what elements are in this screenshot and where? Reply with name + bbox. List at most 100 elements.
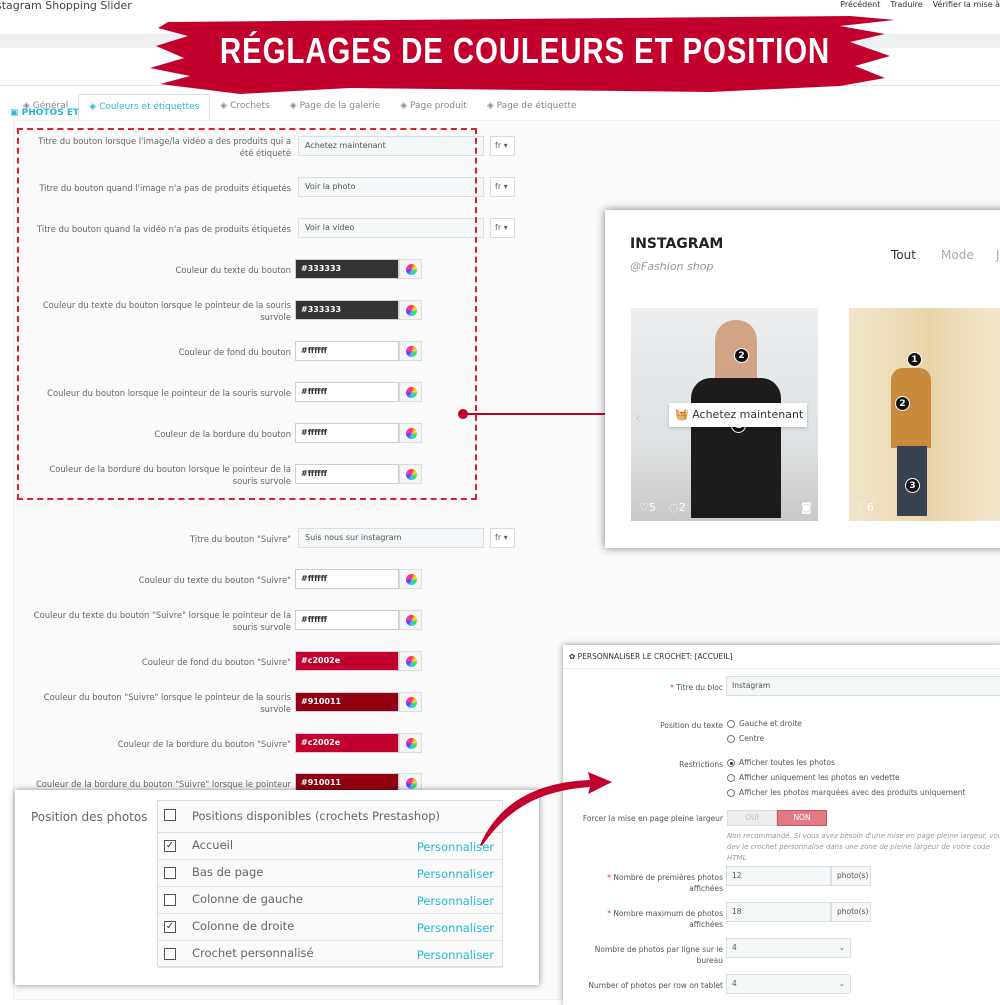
tab-3[interactable]: ◈ Page de la galerie [280, 94, 390, 120]
form-row: Couleur du texte du bouton "Suivre" lors… [14, 605, 534, 635]
position-name: Colonne de droite [192, 919, 295, 933]
color-picker-button[interactable] [399, 733, 422, 753]
image-icon: ◈ [220, 101, 231, 111]
instagram-icon[interactable]: ◙ [801, 501, 812, 514]
buy-now-button[interactable]: 🧺 Achetez maintenant [669, 403, 807, 427]
color-input[interactable]: #ffffff [295, 569, 399, 589]
position-row: ✓ Accueil Personnaliser [158, 833, 502, 860]
customize-link[interactable]: Personnaliser [417, 948, 494, 962]
yes-toggle[interactable]: OUI [727, 810, 777, 826]
top-links: Précédent Traduire Vérifier la mise à [840, 0, 1000, 9]
text-input[interactable]: Suis nous sur instagram [298, 528, 484, 548]
desktop-row-select[interactable]: 4 ⌄ [726, 938, 851, 958]
radio-tagged[interactable]: Afficher les photos marquées avec des pr… [727, 788, 965, 797]
basket-icon: 🧺 [675, 408, 693, 421]
position-name: Colonne de gauche [192, 892, 303, 906]
chevron-left-icon[interactable]: ‹ [635, 408, 641, 427]
filter-fashion[interactable]: Mode [941, 248, 974, 262]
tab-4[interactable]: ◈ Page produit [390, 94, 477, 120]
positions-header: Positions disponibles (crochets Prestash… [158, 801, 502, 833]
product-tag[interactable]: 1 [907, 352, 922, 367]
tab-2[interactable]: ◈ Crochets [210, 94, 280, 120]
color-wheel-icon [406, 574, 417, 585]
first-photos-input[interactable]: 12 [726, 866, 831, 886]
positions-table: Positions disponibles (crochets Prestash… [157, 800, 503, 968]
language-dropdown[interactable]: fr ▾ [490, 218, 515, 238]
color-picker-button[interactable] [399, 610, 422, 630]
position-checkbox[interactable] [164, 894, 176, 906]
tab-1[interactable]: ◈ Couleurs et étiquettes [78, 94, 211, 120]
position-checkbox[interactable]: ✓ [164, 840, 176, 852]
preview-title: INSTAGRAM [630, 236, 724, 252]
form-row: Titre du bouton "Suivre" Suis nous sur in… [14, 523, 534, 553]
form-row: Couleur du texte du bouton "Suivre" #ffff… [14, 564, 534, 594]
position-checkbox[interactable] [164, 948, 176, 960]
language-dropdown[interactable]: fr ▾ [490, 136, 515, 156]
translate-link[interactable]: Traduire [890, 0, 922, 9]
no-toggle[interactable]: NON [777, 810, 827, 826]
color-input[interactable]: #910011 [295, 692, 399, 712]
unit-addon: photo(s) [831, 866, 871, 886]
color-picker-button[interactable] [399, 651, 422, 671]
gear-icon: ✿ [569, 652, 578, 661]
radio-left-right[interactable]: Gauche et droite [727, 719, 802, 728]
color-input[interactable]: #c2002e [295, 651, 399, 671]
color-picker-button[interactable] [399, 569, 422, 589]
color-picker-button[interactable] [399, 692, 422, 712]
position-name: Crochet personnalisé [192, 946, 314, 960]
filter-all[interactable]: Tout [891, 248, 916, 262]
tab-0[interactable]: ◈ Général [13, 94, 78, 120]
color-wheel-icon [406, 615, 417, 626]
product-tag[interactable]: 2 [734, 348, 749, 363]
comment-icon: ◌ [669, 501, 679, 514]
position-checkbox[interactable]: ✓ [164, 921, 176, 933]
filter-more[interactable]: J [996, 248, 1000, 262]
max-photos-input[interactable]: 18 [726, 902, 831, 922]
first-photos-label: * Nombre de premières photos affichées [607, 873, 723, 893]
gears-icon: ◈ [23, 101, 33, 111]
banner-title: RÉGLAGES DE COULEURS ET POSITION [219, 30, 831, 71]
fullwidth-help: Non recommandé. Si vous avez besoin d'un… [727, 832, 1000, 862]
form-row: Couleur de fond du bouton "Suivre" #c2002… [14, 646, 534, 676]
chevron-down-icon: ⌄ [838, 943, 845, 952]
language-dropdown[interactable]: fr ▾ [490, 177, 515, 197]
form-row: Couleur du bouton "Suivre" lorsque le po… [14, 687, 534, 717]
position-row: Bas de page Personnaliser [158, 860, 502, 887]
tablet-row-select[interactable]: 4 ⌄ [726, 974, 851, 994]
language-dropdown[interactable]: fr ▾ [490, 528, 515, 548]
radio-center[interactable]: Centre [727, 734, 764, 743]
field-label: Couleur de la bordure du bouton "Suivre"… [35, 779, 291, 789]
photo-2[interactable]: 1 2 3 ♡6 [849, 308, 1000, 521]
customize-link[interactable]: Personnaliser [417, 894, 494, 908]
unit-addon: photo(s) [831, 902, 871, 922]
block-title-label: * Titre du bloc [670, 683, 723, 692]
preview-subtitle: @Fashion shop [630, 260, 714, 273]
positions-panel: Position des photos Positions disponible… [15, 790, 539, 985]
position-row: Crochet personnalisé Personnaliser [158, 941, 502, 968]
field-label: Titre du bouton "Suivre" [190, 534, 291, 544]
select-all-checkbox[interactable] [164, 809, 176, 821]
block-title-input[interactable]: Instagram [726, 676, 1000, 696]
tab-5[interactable]: ◈ Page de étiquette [477, 94, 587, 120]
field-label: Couleur du bouton "Suivre" lorsque le po… [43, 692, 291, 714]
check-update-link[interactable]: Vérifier la mise à [933, 0, 1000, 9]
position-checkbox[interactable] [164, 867, 176, 879]
customize-link[interactable]: Personnaliser [417, 921, 494, 935]
color-input[interactable]: #ffffff [295, 610, 399, 630]
color-wheel-icon [406, 738, 417, 749]
radio-featured[interactable]: Afficher uniquement les photos en vedett… [727, 773, 900, 782]
field-label: Couleur de fond du bouton "Suivre" [141, 657, 291, 667]
tag-icon: ◈ [486, 101, 497, 111]
hook-header: ✿ PERSONNALISER LE CROCHET: [ACCUEIL] [563, 645, 1000, 669]
product-tag[interactable]: 2 [895, 396, 910, 411]
radio-all-photos[interactable]: Afficher toutes les photos [727, 758, 835, 767]
person-body [691, 378, 781, 518]
color-input[interactable]: #c2002e [295, 733, 399, 753]
previous-link[interactable]: Précédent [840, 0, 880, 9]
highlight-box [17, 128, 477, 500]
customize-link[interactable]: Personnaliser [417, 867, 494, 881]
field-label: Couleur du texte du bouton "Suivre" [138, 575, 291, 585]
product-tag[interactable]: 3 [905, 478, 920, 493]
position-name: Bas de page [192, 865, 264, 879]
field-label: Couleur de la bordure du bouton "Suivre" [117, 739, 291, 749]
